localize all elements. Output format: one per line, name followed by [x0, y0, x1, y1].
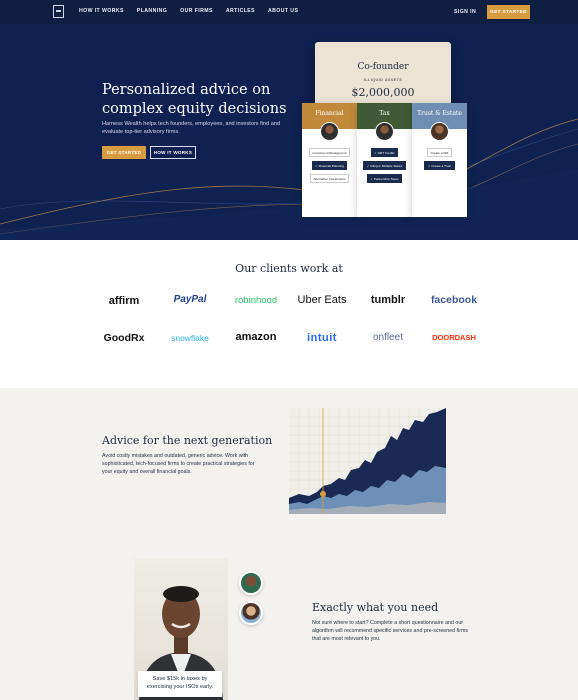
- profile-card-title: Co-founder: [357, 62, 409, 72]
- hero-get-started-button[interactable]: GET STARTED: [102, 146, 146, 159]
- service-item: AMT Credits: [370, 148, 399, 157]
- growth-chart-illustration: [289, 408, 446, 514]
- nav-get-started-button[interactable]: GET STARTED: [487, 5, 530, 19]
- nav-link-articles[interactable]: ARTICLES: [226, 8, 255, 14]
- service-column-tax: Tax AMT Credits Filing in Multiple State…: [357, 103, 412, 217]
- top-nav: HOW IT WORKS PLANNING OUR FIRMS ARTICLES…: [0, 0, 578, 24]
- service-item: Alternative Investments: [309, 174, 350, 183]
- service-list: Investment Management Financial Planning…: [302, 148, 357, 183]
- nav-link-how-it-works[interactable]: HOW IT WORKS: [79, 8, 124, 14]
- savings-caption-line1: Save $15k in taxes by: [152, 676, 208, 682]
- profile-card-label: ILLIQUID ASSETS: [363, 78, 403, 82]
- advisor-avatar-small: [239, 571, 263, 595]
- advisor-avatar: [430, 122, 449, 141]
- service-column-financial: Financial Investment Management Financia…: [302, 103, 357, 217]
- exactly-title: Exactly what you need: [312, 601, 439, 614]
- nav-links: HOW IT WORKS PLANNING OUR FIRMS ARTICLES…: [79, 8, 298, 14]
- advice-title: Advice for the next generation: [102, 434, 273, 447]
- doordash-logo: DOORDASH: [432, 333, 476, 342]
- hero-subtitle: Harness Wealth helps tech founders, empl…: [102, 121, 281, 135]
- service-item: Investment Management: [308, 148, 351, 157]
- nav-link-our-firms[interactable]: OUR FIRMS: [180, 8, 213, 14]
- advice-body: Avoid costly mistakes and outdated, gene…: [102, 453, 255, 475]
- service-list: Create a Will Create a Trust: [412, 148, 467, 170]
- service-item: Financial Planning: [311, 161, 348, 170]
- service-item: Create a Will: [427, 148, 452, 157]
- savings-caption: Save $15k in taxes by exercising your IS…: [138, 671, 222, 697]
- hero-title: Personalized advice on complex equity de…: [102, 82, 287, 117]
- advisor-avatar: [375, 122, 394, 141]
- service-column-trust-estate: Trust & Estate Create a Will Create a Tr…: [412, 103, 467, 217]
- advisor-avatar: [320, 122, 339, 141]
- profile-card-value: $2,000,000: [351, 86, 415, 99]
- harness-logo-icon[interactable]: [53, 5, 64, 18]
- savings-caption-line2: exercising your ISOs early.: [146, 684, 214, 690]
- advisor-avatar-small: [239, 601, 263, 625]
- clients-section: Our clients work at affirm PayPal robinh…: [0, 240, 578, 388]
- hero-how-it-works-button[interactable]: HOW IT WORKS: [150, 146, 196, 159]
- hero-section: Personalized advice on complex equity de…: [0, 24, 578, 240]
- clients-title: Our clients work at: [235, 262, 343, 275]
- service-list: AMT Credits Filing in Multiple States Pa…: [357, 148, 412, 183]
- service-item: Filing in Multiple States: [363, 161, 406, 170]
- exactly-body: Not sure where to start? Complete a shor…: [312, 620, 469, 642]
- nav-link-about-us[interactable]: ABOUT US: [268, 8, 298, 14]
- facebook-logo: facebook: [430, 294, 478, 306]
- service-item: Partnership Taxes: [366, 174, 403, 183]
- nav-link-planning[interactable]: PLANNING: [137, 8, 167, 14]
- sign-in-link[interactable]: SIGN IN: [454, 9, 476, 15]
- service-item: Create a Trust: [424, 161, 455, 170]
